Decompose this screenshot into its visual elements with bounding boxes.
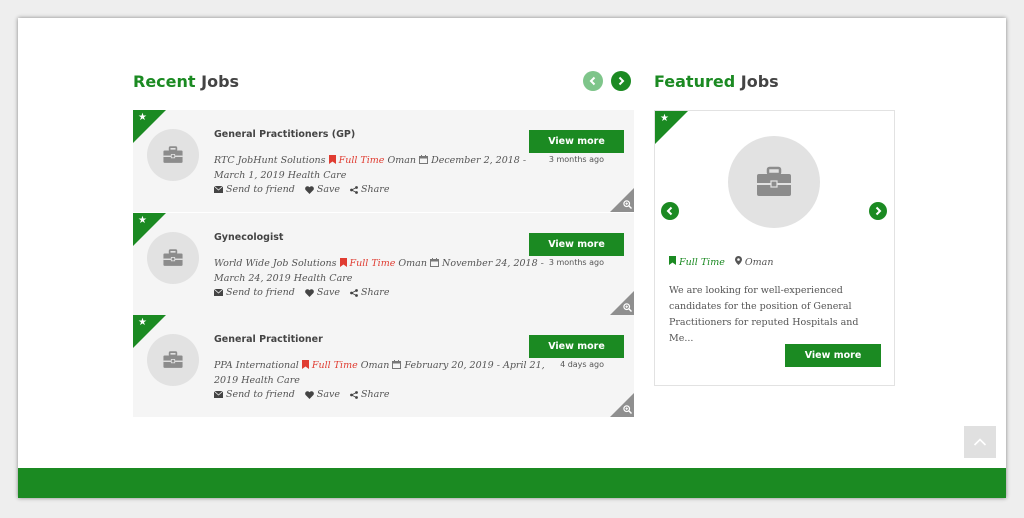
- chevron-right-icon: [875, 206, 882, 216]
- featured-jobs-title: Featured Jobs: [654, 72, 779, 91]
- bookmark-icon: [328, 155, 336, 164]
- heart-icon: [304, 288, 314, 297]
- zoom-icon[interactable]: [623, 200, 632, 209]
- featured-job-card: ★ Full Time Oman We are looking for well…: [654, 110, 895, 386]
- chevron-left-icon: [589, 76, 596, 86]
- save-link[interactable]: Save: [304, 389, 340, 400]
- featured-view-more-button[interactable]: View more: [785, 344, 881, 367]
- calendar-icon: [419, 155, 429, 164]
- star-icon: ★: [660, 113, 669, 124]
- view-more-button[interactable]: View more: [529, 130, 624, 153]
- calendar-icon: [430, 258, 439, 267]
- job-location: Oman: [360, 360, 390, 371]
- job-type: Full Time: [311, 360, 358, 371]
- share-link[interactable]: Share: [350, 287, 389, 298]
- company-name: World Wide Job Solutions: [214, 258, 337, 269]
- job-location: Oman: [734, 256, 773, 268]
- view-more-button[interactable]: View more: [529, 233, 624, 256]
- share-icon: [350, 185, 358, 194]
- job-actions: Send to friend Save Share: [214, 287, 389, 298]
- heart-icon: [304, 390, 314, 399]
- share-icon: [350, 390, 358, 399]
- briefcase-icon: [163, 249, 183, 266]
- job-card-1: ★ General Practitioners (GP) RTC JobHunt…: [133, 110, 634, 212]
- chevron-left-icon: [666, 206, 673, 216]
- calendar-icon: [392, 360, 402, 369]
- share-link[interactable]: Share: [350, 389, 389, 400]
- job-actions: Send to friend Save Share: [214, 389, 389, 400]
- briefcase-icon: [163, 351, 183, 368]
- send-to-friend-link[interactable]: Send to friend: [214, 184, 295, 195]
- job-meta: RTC JobHunt Solutions Full Time Oman Dec…: [214, 153, 549, 183]
- job-type: Full Time: [669, 256, 725, 268]
- job-meta: PPA International Full Time Oman Februar…: [214, 358, 549, 388]
- briefcase-icon: [757, 166, 791, 196]
- job-title[interactable]: General Practitioner: [214, 334, 323, 345]
- zoom-icon[interactable]: [623, 303, 632, 312]
- send-to-friend-link[interactable]: Send to friend: [214, 287, 295, 298]
- share-icon: [350, 288, 358, 297]
- recent-jobs-title: Recent Jobs: [133, 72, 240, 91]
- chevron-up-icon: [973, 438, 987, 446]
- chevron-right-icon: [618, 76, 625, 86]
- scroll-to-top-button[interactable]: [964, 426, 996, 458]
- star-icon: ★: [138, 317, 147, 328]
- job-type: Full Time: [349, 258, 396, 269]
- company-logo-placeholder: [147, 334, 199, 386]
- company-name: PPA International: [214, 360, 299, 371]
- job-location: Oman: [398, 258, 427, 269]
- share-link[interactable]: Share: [350, 184, 389, 195]
- featured-description: We are looking for well-experienced cand…: [669, 285, 859, 344]
- star-icon: ★: [138, 112, 147, 123]
- envelope-icon: [214, 289, 223, 296]
- company-name: RTC JobHunt Solutions: [214, 155, 326, 166]
- posted-time: 4 days ago: [560, 360, 604, 369]
- job-meta: World Wide Job Solutions Full Time Oman …: [214, 256, 549, 286]
- view-more-button[interactable]: View more: [529, 335, 624, 358]
- job-title[interactable]: Gynecologist: [214, 232, 283, 243]
- job-category: Health Care: [241, 375, 300, 386]
- map-pin-icon: [734, 256, 742, 265]
- recent-prev-button[interactable]: [583, 71, 603, 91]
- bookmark-icon: [339, 258, 347, 267]
- job-card-2: ★ Gynecologist World Wide Job Solutions …: [133, 213, 634, 315]
- job-type: Full Time: [338, 155, 385, 166]
- featured-next-button[interactable]: [869, 202, 887, 220]
- company-logo-placeholder: [728, 136, 820, 228]
- company-logo-placeholder: [147, 232, 199, 284]
- heart-icon: [304, 185, 314, 194]
- company-logo-placeholder: [147, 129, 199, 181]
- page-frame: Recent Jobs ★ General Practitioners (GP)…: [18, 18, 1006, 498]
- job-location: Oman: [387, 155, 417, 166]
- job-category: Health Care: [287, 170, 347, 181]
- save-link[interactable]: Save: [304, 184, 340, 195]
- send-to-friend-link[interactable]: Send to friend: [214, 389, 295, 400]
- envelope-icon: [214, 186, 223, 193]
- job-title[interactable]: General Practitioners (GP): [214, 129, 355, 140]
- bookmark-icon: [669, 256, 676, 265]
- footer-bar: [18, 468, 1006, 498]
- briefcase-icon: [163, 146, 183, 163]
- save-link[interactable]: Save: [304, 287, 340, 298]
- featured-prev-button[interactable]: [661, 202, 679, 220]
- posted-time: 3 months ago: [548, 155, 604, 164]
- job-actions: Send to friend Save Share: [214, 184, 389, 195]
- star-icon: ★: [138, 215, 147, 226]
- zoom-icon[interactable]: [623, 405, 632, 414]
- featured-meta: Full Time Oman: [669, 256, 773, 268]
- recent-next-button[interactable]: [611, 71, 631, 91]
- posted-time: 3 months ago: [548, 258, 604, 267]
- job-category: Health Care: [293, 273, 353, 284]
- bookmark-icon: [301, 360, 309, 369]
- envelope-icon: [214, 391, 223, 398]
- job-card-3: ★ General Practitioner PPA International…: [133, 315, 634, 417]
